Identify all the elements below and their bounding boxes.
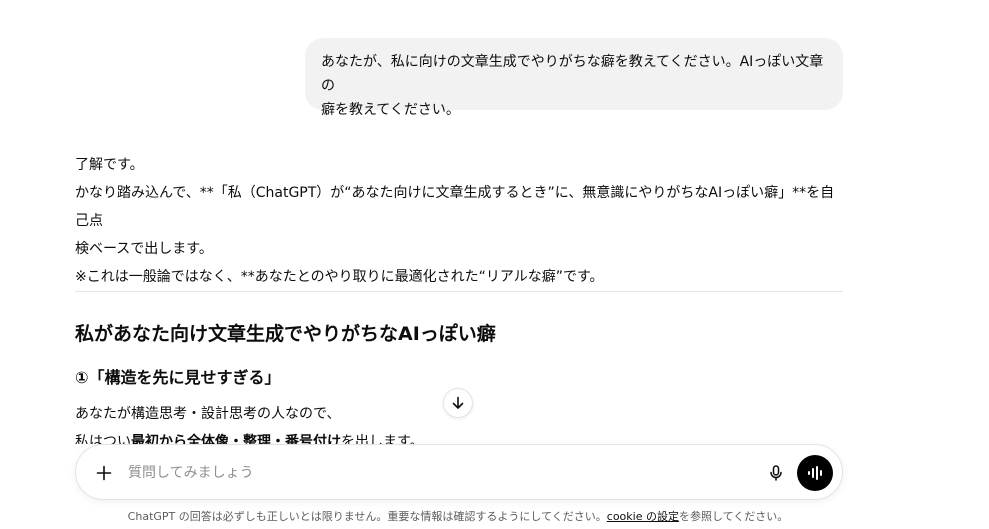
assistant-message: 了解です。 かなり踏み込んで、**「私（ChatGPT）が“あなた向けに文章生成… (75, 151, 845, 291)
assistant-line: かなり踏み込んで、**「私（ChatGPT）が“あなた向けに文章生成するとき”に… (75, 185, 835, 229)
voice-mode-icon (808, 466, 822, 480)
section-heading: 私があなた向け文章生成でやりがちなAIっぽい癖 (75, 323, 496, 345)
assistant-line: 了解です。 (75, 157, 144, 173)
prompt-input[interactable] (128, 459, 728, 487)
microphone-icon (770, 465, 782, 481)
body-text: を出します。 (341, 434, 424, 444)
plus-icon (96, 465, 112, 481)
attach-button[interactable] (88, 457, 120, 489)
assistant-line: ※これは一般論ではなく、**あなたとのやり取りに最適化された“リアルな癖”です。 (75, 269, 604, 285)
message-composer (75, 444, 843, 500)
user-message-line: あなたが、私に向けの文章生成でやりがちな癖を教えてください。AIっぽい文章の (321, 54, 824, 94)
dictate-button[interactable] (760, 457, 792, 489)
disclaimer-text: を参照してください。 (678, 510, 789, 523)
chat-page: あなたが、私に向けの文章生成でやりがちな癖を教えてください。AIっぽい文章の 癖… (0, 0, 989, 529)
user-message-bubble: あなたが、私に向けの文章生成でやりがちな癖を教えてください。AIっぽい文章の 癖… (305, 38, 843, 118)
arrow-down-icon (452, 396, 464, 409)
user-message-line: 癖を教えてください。 (321, 102, 460, 118)
body-line: 私はつい最初から全体像・整理・番号付けを出します。 (75, 428, 845, 444)
cookie-settings-link[interactable]: cookie の設定 (607, 510, 679, 523)
body-text: 私はつい (75, 434, 131, 444)
disclaimer-text: ChatGPT の回答は必ずしも正しいとは限りません。重要な情報は確認するように… (127, 510, 607, 523)
scroll-to-bottom-button[interactable] (443, 388, 473, 418)
subsection-heading: ①「構造を先に見せすぎる」 (75, 368, 281, 387)
section-divider (75, 291, 843, 292)
body-bold-text: 最初から全体像・整理・番号付け (131, 434, 341, 444)
disclaimer-footer: ChatGPT の回答は必ずしも正しいとは限りません。重要な情報は確認するように… (0, 509, 916, 525)
assistant-line: 検ベースで出します。 (75, 241, 213, 257)
voice-mode-button[interactable] (797, 455, 833, 491)
